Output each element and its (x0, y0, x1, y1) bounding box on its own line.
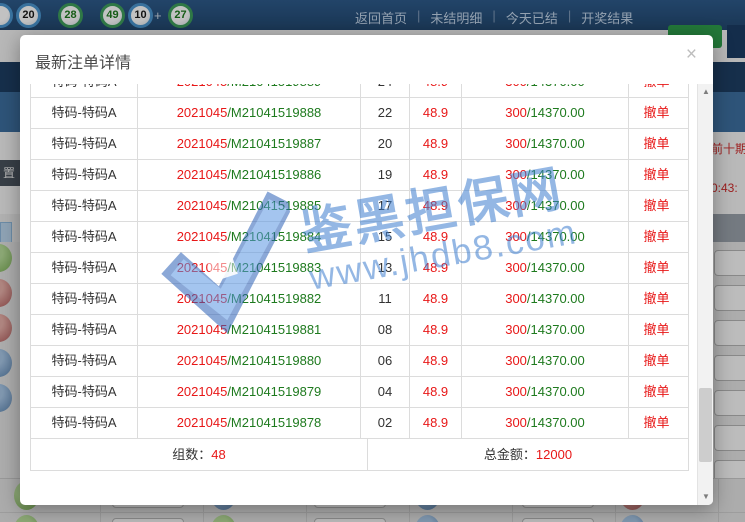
modal-title: 最新注单详情 (35, 49, 131, 73)
order-number: 2021045/M21041519880 (138, 346, 361, 376)
table-row: 特码-特码A 2021045/M21041519883 13 48.9 300/… (31, 253, 688, 284)
order-number: 2021045/M21041519879 (138, 377, 361, 407)
bet-number: 11 (361, 284, 410, 314)
odds: 48.9 (410, 377, 462, 407)
bet-details-modal: 最新注单详情 × 特码-特码A 2021045/M21041519889 24 … (20, 35, 713, 505)
odds: 48.9 (410, 222, 462, 252)
odds: 48.9 (410, 160, 462, 190)
bet-number: 04 (361, 377, 410, 407)
odds: 48.9 (410, 315, 462, 345)
cancel-order-button[interactable]: 撤单 (629, 84, 684, 97)
amount: 300/14370.00 (462, 222, 629, 252)
amount: 300/14370.00 (462, 315, 629, 345)
amount: 300/14370.00 (462, 84, 629, 97)
table-scroll-area: 特码-特码A 2021045/M21041519889 24 48.9 300/… (20, 84, 697, 505)
table-row: 特码-特码A 2021045/M21041519880 06 48.9 300/… (31, 346, 688, 377)
odds: 48.9 (410, 98, 462, 128)
bet-number: 20 (361, 129, 410, 159)
table-row: 特码-特码A 2021045/M21041519882 11 48.9 300/… (31, 284, 688, 315)
total-amount: 总金额：12000 (368, 439, 688, 470)
bet-type: 特码-特码A (31, 222, 138, 252)
scroll-down-icon[interactable]: ▼ (698, 489, 713, 505)
bet-number: 17 (361, 191, 410, 221)
bet-number: 24 (361, 84, 410, 97)
amount: 300/14370.00 (462, 160, 629, 190)
bet-number: 06 (361, 346, 410, 376)
table-row: 特码-特码A 2021045/M21041519887 20 48.9 300/… (31, 129, 688, 160)
bet-type: 特码-特码A (31, 253, 138, 283)
amount: 300/14370.00 (462, 129, 629, 159)
table-row: 特码-特码A 2021045/M21041519878 02 48.9 300/… (31, 408, 688, 439)
order-number: 2021045/M21041519882 (138, 284, 361, 314)
bet-type: 特码-特码A (31, 191, 138, 221)
cancel-order-button[interactable]: 撤单 (629, 408, 684, 438)
odds: 48.9 (410, 408, 462, 438)
bet-type: 特码-特码A (31, 160, 138, 190)
cancel-order-button[interactable]: 撤单 (629, 222, 684, 252)
cancel-order-button[interactable]: 撤单 (629, 160, 684, 190)
amount: 300/14370.00 (462, 191, 629, 221)
scrollbar[interactable]: ▲ ▼ (697, 84, 713, 505)
cancel-order-button[interactable]: 撤单 (629, 377, 684, 407)
table-row: 特码-特码A 2021045/M21041519889 24 48.9 300/… (31, 84, 688, 98)
amount: 300/14370.00 (462, 377, 629, 407)
table-row: 特码-特码A 2021045/M21041519881 08 48.9 300/… (31, 315, 688, 346)
odds: 48.9 (410, 346, 462, 376)
bet-type: 特码-特码A (31, 84, 138, 97)
bet-number: 19 (361, 160, 410, 190)
bet-type: 特码-特码A (31, 98, 138, 128)
table-row: 特码-特码A 2021045/M21041519884 15 48.9 300/… (31, 222, 688, 253)
bet-table: 特码-特码A 2021045/M21041519889 24 48.9 300/… (30, 84, 689, 471)
cancel-order-button[interactable]: 撤单 (629, 346, 684, 376)
bet-number: 15 (361, 222, 410, 252)
bet-type: 特码-特码A (31, 284, 138, 314)
order-number: 2021045/M21041519881 (138, 315, 361, 345)
amount: 300/14370.00 (462, 253, 629, 283)
bet-number: 02 (361, 408, 410, 438)
bet-number: 22 (361, 98, 410, 128)
bet-type: 特码-特码A (31, 315, 138, 345)
order-number: 2021045/M21041519885 (138, 191, 361, 221)
cancel-order-button[interactable]: 撤单 (629, 284, 684, 314)
cancel-order-button[interactable]: 撤单 (629, 98, 684, 128)
table-row: 特码-特码A 2021045/M21041519886 19 48.9 300/… (31, 160, 688, 191)
amount: 300/14370.00 (462, 408, 629, 438)
order-number: 2021045/M21041519888 (138, 98, 361, 128)
bet-number: 13 (361, 253, 410, 283)
amount: 300/14370.00 (462, 98, 629, 128)
scrollbar-thumb[interactable] (699, 388, 712, 462)
order-number: 2021045/M21041519883 (138, 253, 361, 283)
cancel-order-button[interactable]: 撤单 (629, 253, 684, 283)
order-number: 2021045/M21041519887 (138, 129, 361, 159)
cancel-order-button[interactable]: 撤单 (629, 315, 684, 345)
bet-type: 特码-特码A (31, 408, 138, 438)
order-number: 2021045/M21041519886 (138, 160, 361, 190)
cancel-order-button[interactable]: 撤单 (629, 129, 684, 159)
bet-type: 特码-特码A (31, 346, 138, 376)
odds: 48.9 (410, 191, 462, 221)
table-row: 特码-特码A 2021045/M21041519885 17 48.9 300/… (31, 191, 688, 222)
order-number: 2021045/M21041519884 (138, 222, 361, 252)
odds: 48.9 (410, 284, 462, 314)
bet-number: 08 (361, 315, 410, 345)
cancel-order-button[interactable]: 撤单 (629, 191, 684, 221)
amount: 300/14370.00 (462, 346, 629, 376)
amount: 300/14370.00 (462, 284, 629, 314)
close-icon[interactable]: × (686, 45, 697, 64)
bet-type: 特码-特码A (31, 129, 138, 159)
odds: 48.9 (410, 129, 462, 159)
table-footer: 组数：48 总金额：12000 (31, 439, 688, 471)
table-row: 特码-特码A 2021045/M21041519888 22 48.9 300/… (31, 98, 688, 129)
order-number: 2021045/M21041519889 (138, 84, 361, 97)
page: 20 28 49 10 + 27 返回首页 | 未结明细 | 今天已结 | 开奖… (0, 0, 745, 522)
group-count: 组数：48 (31, 439, 368, 470)
scroll-up-icon[interactable]: ▲ (698, 84, 713, 100)
order-number: 2021045/M21041519878 (138, 408, 361, 438)
bet-type: 特码-特码A (31, 377, 138, 407)
odds: 48.9 (410, 253, 462, 283)
table-row: 特码-特码A 2021045/M21041519879 04 48.9 300/… (31, 377, 688, 408)
odds: 48.9 (410, 84, 462, 97)
